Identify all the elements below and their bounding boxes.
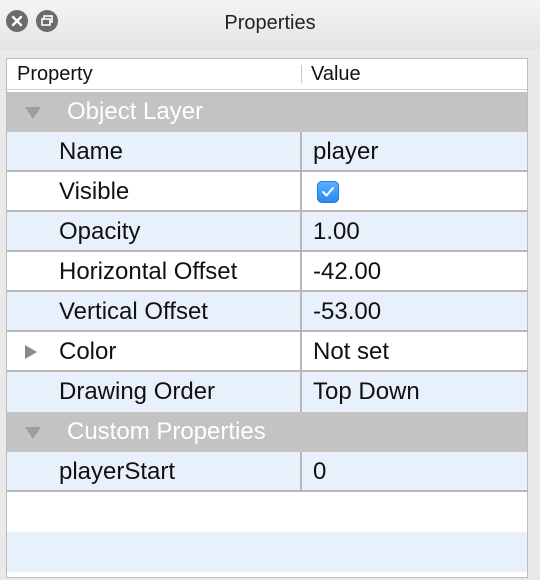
property-value[interactable]: player <box>313 132 378 172</box>
column-header-property[interactable]: Property <box>17 59 93 89</box>
group-label: Object Layer <box>67 98 204 125</box>
column-header-value[interactable]: Value <box>311 59 361 89</box>
property-value[interactable]: 1.00 <box>313 212 360 252</box>
property-name: Visible <box>59 178 130 205</box>
table-row[interactable]: Drawing Order Top Down <box>7 372 527 412</box>
empty-row <box>7 492 527 532</box>
property-value[interactable]: -53.00 <box>313 292 381 332</box>
group-object-layer[interactable]: Object Layer <box>7 92 527 132</box>
column-divider <box>300 372 302 412</box>
property-name: Drawing Order <box>59 378 216 405</box>
property-value[interactable]: Not set <box>313 332 389 372</box>
property-name: Horizontal Offset <box>59 258 238 285</box>
triangle-down-icon[interactable] <box>25 107 41 119</box>
empty-row <box>7 532 527 572</box>
window-title: Properties <box>224 12 316 34</box>
table-row[interactable]: playerStart 0 <box>7 452 527 492</box>
table-header: Property Value <box>7 59 527 90</box>
visible-checkbox[interactable] <box>317 181 339 203</box>
column-divider <box>300 212 302 252</box>
property-name: Vertical Offset <box>59 298 208 325</box>
triangle-right-icon[interactable] <box>25 345 37 359</box>
checkmark-icon <box>322 187 334 197</box>
column-divider <box>300 332 302 372</box>
property-value[interactable]: Top Down <box>313 372 420 412</box>
property-name: playerStart <box>59 458 176 485</box>
property-value[interactable]: -42.00 <box>313 252 381 292</box>
table-row[interactable]: Opacity 1.00 <box>7 212 527 252</box>
column-divider <box>300 452 302 492</box>
property-name: Name <box>59 138 124 165</box>
column-divider <box>300 252 302 292</box>
column-divider <box>300 292 302 332</box>
triangle-down-icon[interactable] <box>25 427 41 439</box>
property-value[interactable]: 0 <box>313 452 326 492</box>
table-row[interactable]: Name player <box>7 132 527 172</box>
group-label: Custom Properties <box>67 418 266 445</box>
group-custom-properties[interactable]: Custom Properties <box>7 412 527 452</box>
table-row[interactable]: Color Not set <box>7 332 527 372</box>
table-row[interactable]: Visible <box>7 172 527 212</box>
title-bar: Properties <box>0 0 540 50</box>
table-row[interactable]: Horizontal Offset -42.00 <box>7 252 527 292</box>
property-name: Color <box>59 338 117 365</box>
properties-panel: Property Value Object Layer Name player … <box>6 58 528 578</box>
property-name: Opacity <box>59 218 141 245</box>
column-divider <box>300 132 302 172</box>
column-divider[interactable] <box>301 65 302 83</box>
column-divider <box>300 172 302 212</box>
table-row[interactable]: Vertical Offset -53.00 <box>7 292 527 332</box>
